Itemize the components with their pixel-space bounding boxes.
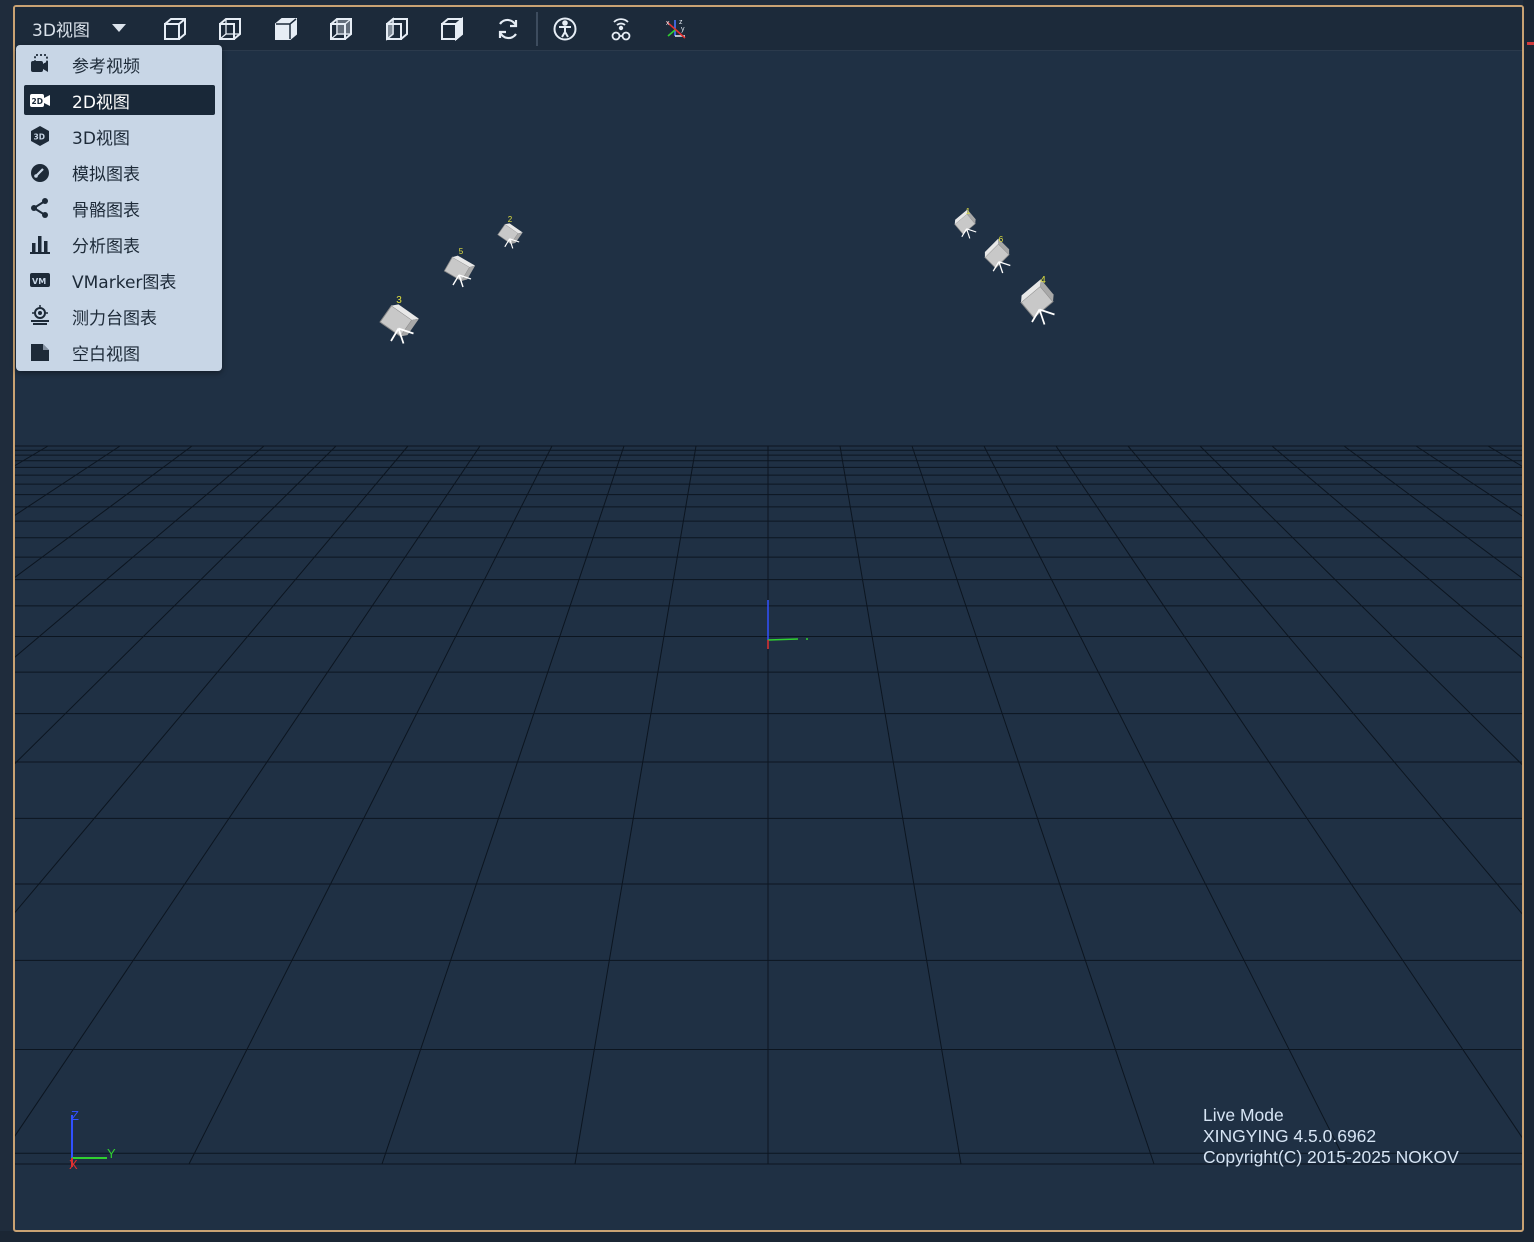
front-view-icon[interactable] [158,13,192,45]
reset-view-icon[interactable] [491,13,525,45]
menu-item-vmarker-chart[interactable]: VM VMarker图表 [24,265,215,295]
3d-viewport[interactable]: 1 2 3 4 5 6 Z Y X 3D视图 x z y Live Mode XINGYI… [13,5,1524,1232]
vmarker-chart-icon: VM [28,268,52,292]
menu-item-label: 测力台图表 [72,308,157,329]
3d-view-icon: 3D [28,124,52,148]
toolbar-separator [536,12,538,46]
menu-item-label: VMarker图表 [72,272,177,293]
svg-text:z: z [679,19,683,26]
version-text: XINGYING 4.5.0.6962 [1203,1126,1377,1146]
svg-text:y: y [681,26,685,33]
back-view-icon[interactable] [213,13,247,45]
copyright-text: Copyright(C) 2015-2025 NOKOV [1203,1147,1459,1167]
menu-item-reference-video[interactable]: 参考视频 [24,49,215,79]
mode-text: Live Mode [1203,1105,1284,1125]
svg-text:x: x [666,20,670,27]
grid-line [15,445,49,467]
camera-label: 2 [508,215,513,224]
camera-layer: 1 2 3 4 5 6 [379,207,1057,344]
camera-label: 1 [966,207,971,216]
menu-item-skeleton-chart[interactable]: 骨骼图表 [24,193,215,223]
grid-line [839,445,962,1165]
camera-5[interactable] [443,254,476,288]
grid-line [381,445,625,1165]
right-view-icon[interactable] [324,13,358,45]
analysis-chart-icon [28,232,52,256]
camera-6[interactable] [982,238,1012,274]
wireless-device-icon[interactable] [604,13,638,45]
3d-scene[interactable]: 1 2 3 4 5 6 Z Y X [15,7,1522,1230]
grid-line [1127,445,1522,915]
grid-line [1055,445,1522,1139]
menu-item-3d-view[interactable]: 3D 3D视图 [24,121,215,151]
camera-4[interactable] [1018,279,1057,325]
grid-line [911,445,1155,1165]
grid-line [15,445,337,765]
reference-video-icon [28,52,52,76]
camera-3[interactable] [379,302,419,344]
status-info: Live Mode XINGYING 4.5.0.6962 Copyright(… [1203,1105,1459,1168]
grid-line [15,445,193,578]
left-view-icon[interactable] [269,13,303,45]
view-type-dropdown[interactable]: 3D视图 [18,11,136,45]
axis-label-y: Y [107,1146,116,1161]
bottom-view-icon[interactable] [435,13,469,45]
window-marker [1527,42,1534,45]
window-edge-bottom [0,1231,1534,1242]
grid-line [15,445,481,1137]
axis-label-x: X [69,1157,78,1172]
axis-label-z: Z [71,1108,79,1123]
camera-label: 3 [396,295,402,306]
grid-line [15,445,409,914]
menu-item-analog-chart[interactable]: 模拟图表 [24,157,215,187]
view-type-label: 3D视图 [32,20,90,41]
floor-grid [15,445,1522,1165]
menu-item-analysis-chart[interactable]: 分析图表 [24,229,215,259]
axis-gizmo: Z Y X [69,1108,116,1172]
grid-line [1343,445,1522,579]
menu-item-label: 参考视频 [72,56,140,77]
camera-2[interactable] [497,222,523,249]
menu-item-blank-view[interactable]: 空白视图 [24,337,215,367]
window-edge [1523,0,1534,1242]
grid-line [983,445,1348,1165]
2d-view-icon: 2D [28,88,52,112]
view-type-menu: 参考视频 2D 2D视图 3D 3D视图 模拟图表 骨骼图表 分析图表 VM V… [16,45,222,371]
skeleton-icon[interactable] [548,13,582,45]
grid-line [188,445,553,1165]
chevron-down-icon[interactable] [111,24,126,32]
menu-item-label: 分析图表 [72,236,140,257]
menu-item-force-plate-chart[interactable]: 测力台图表 [24,301,215,331]
skeleton-chart-icon [28,196,52,220]
grid-line [574,445,697,1165]
menu-item-label: 模拟图表 [72,164,140,185]
origin-axes [767,600,808,649]
menu-item-label: 骨骼图表 [72,200,140,221]
svg-text:3D: 3D [34,133,45,142]
grid-line [1487,445,1522,467]
force-plate-chart-icon [28,304,52,328]
grid-line [1199,445,1522,766]
svg-text:2D: 2D [32,97,43,106]
menu-item-label: 2D视图 [72,92,130,113]
menu-item-2d-view[interactable]: 2D 2D视图 [24,85,215,115]
menu-item-label: 3D视图 [72,128,130,149]
blank-view-icon [28,340,52,364]
camera-label: 4 [1040,275,1046,286]
axis-icon[interactable]: x zy [659,13,693,45]
menu-item-label: 空白视图 [72,344,140,365]
grid-line [15,445,121,516]
view-toolbar: 3D视图 x zy [15,7,1522,51]
top-view-icon[interactable] [380,13,414,45]
camera-label: 5 [459,247,464,256]
camera-label: 6 [999,235,1004,244]
analog-chart-icon [28,160,52,184]
grid-line [1415,445,1522,517]
svg-text:VM: VM [32,277,46,286]
